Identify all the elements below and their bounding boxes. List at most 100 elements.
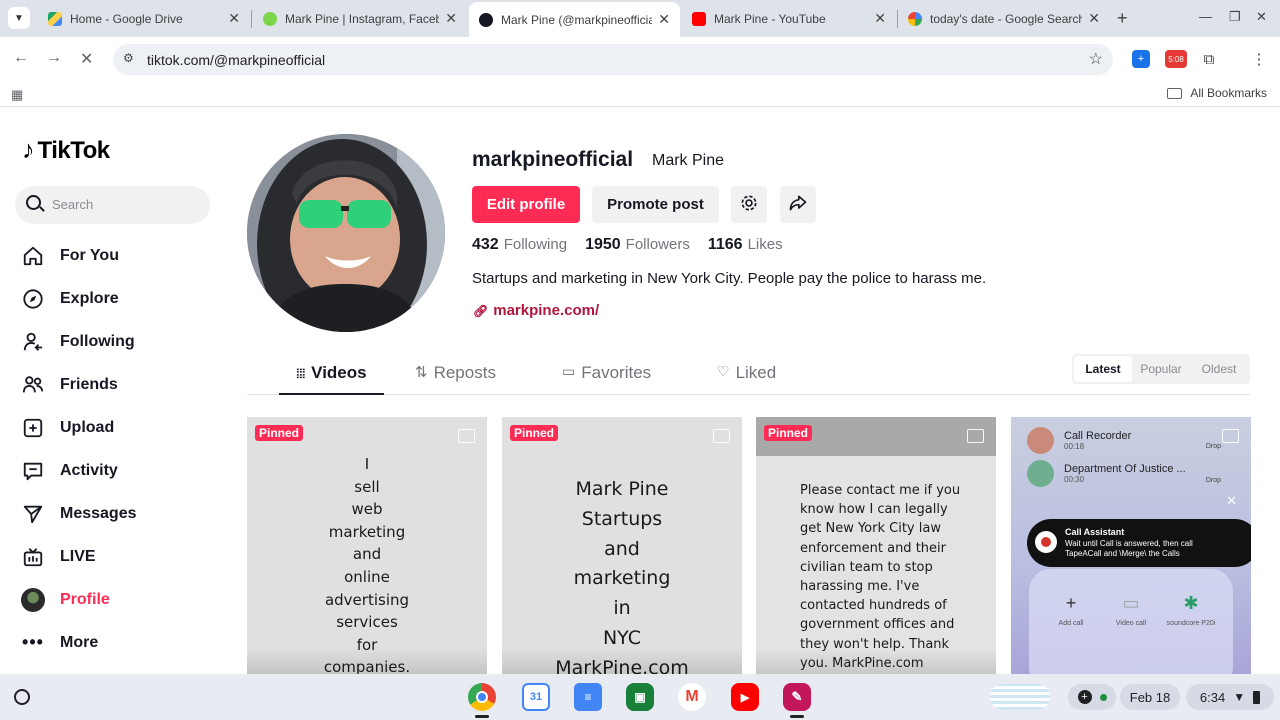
profile-bio: Startups and marketing in New York City.… <box>472 270 987 287</box>
search-input[interactable]: Search <box>15 186 210 224</box>
profile-username: markpineofficial <box>472 148 634 171</box>
pinned-badge: Pinned <box>764 425 813 441</box>
tab-title: Mark Pine (@markpineofficial <box>501 12 653 27</box>
close-tab-icon[interactable]: ✕ <box>1088 10 1100 27</box>
notifications-tray[interactable]: + <box>1068 684 1116 710</box>
wifi-icon: ▼ <box>1233 690 1246 704</box>
sidebar-item-upload[interactable]: Upload <box>20 406 220 449</box>
calendar-icon[interactable]: 31 <box>522 683 550 711</box>
tab-reposts[interactable]: ⇅ Reposts <box>415 361 496 395</box>
extension-plus-icon[interactable]: + <box>1132 50 1150 68</box>
timer-extension-icon[interactable]: 5:08 <box>1165 50 1187 68</box>
share-profile-button[interactable] <box>780 186 816 223</box>
tab-title: today's date - Google Search <box>930 11 1083 26</box>
sidebar-item-messages[interactable]: Messages <box>20 492 220 535</box>
send-icon <box>20 501 46 527</box>
status-area[interactable]: 6:34 ▼ <box>1186 684 1274 710</box>
sidebar-item-label: Explore <box>60 289 119 307</box>
video-card-text: I sell web marketing and online advertis… <box>324 455 410 674</box>
sidebar-item-friends[interactable]: Friends <box>20 363 220 406</box>
browser-tab-instagram[interactable]: Mark Pine | Instagram, Faceb ✕ <box>253 4 467 33</box>
back-arrow-icon[interactable]: ← <box>13 49 29 67</box>
assistant-text: Wait until Call is answered, then call T… <box>1065 539 1193 558</box>
sidebar-item-explore[interactable]: Explore <box>20 277 220 320</box>
sidebar-item-profile[interactable]: Profile <box>20 578 220 621</box>
sidebar-item-more[interactable]: ••• More <box>20 621 220 664</box>
extensions-puzzle-icon[interactable]: ⧉ <box>1200 50 1218 68</box>
video-card[interactable]: I sell web marketing and online advertis… <box>247 417 487 674</box>
call-time: 00:18 <box>1064 442 1085 451</box>
sidebar-item-for-you[interactable]: For You <box>20 234 220 277</box>
video-card[interactable]: Mark Pine Startups and marketing in NYC … <box>502 417 742 674</box>
video-card[interactable]: Please contact me if you know how I can … <box>756 417 996 674</box>
launcher-icon[interactable] <box>14 689 30 705</box>
profile-avatar[interactable] <box>247 134 445 332</box>
following-user-icon <box>20 329 46 355</box>
bookmark-star-icon[interactable]: ☆ <box>1089 49 1103 69</box>
browser-tab-google-search[interactable]: today's date - Google Search ✕ <box>898 4 1110 33</box>
link-chain-icon: 🔗︎ <box>473 303 489 318</box>
stop-loading-icon[interactable]: ✕ <box>80 49 93 69</box>
settings-gear-button[interactable] <box>731 186 767 223</box>
restore-icon[interactable]: ❐ <box>1229 9 1241 25</box>
close-window-icon[interactable]: ✕ <box>1256 9 1267 25</box>
site-info-icon[interactable]: ⚙ <box>123 51 134 65</box>
tab-favorites[interactable]: ▭ Favorites <box>562 361 651 395</box>
menu-kebab-icon[interactable]: ⋮ <box>1250 50 1268 68</box>
video-card-text: Mark Pine Startups and marketing in NYC … <box>555 478 689 674</box>
sidebar-item-activity[interactable]: Activity <box>20 449 220 492</box>
call-assistant-banner: Call Assistant Wait until Call is answer… <box>1027 519 1251 567</box>
browser-tab-drive[interactable]: Home - Google Drive ✕ <box>38 4 250 33</box>
video-call-control: ▭ Video call <box>1101 593 1161 627</box>
meet-classroom-icon[interactable]: ▣ <box>626 683 654 711</box>
screencast-app-icon[interactable]: ✎ <box>783 683 811 711</box>
likes-stat: 1166 Likes <box>708 236 783 254</box>
bookmarks-bar: ▦ All Bookmarks <box>0 81 1280 107</box>
close-tab-icon[interactable]: ✕ <box>658 11 670 28</box>
profile-link[interactable]: 🔗︎ markpine.com/ <box>473 302 599 319</box>
minimize-icon[interactable]: — <box>1199 9 1212 24</box>
browser-tab-youtube[interactable]: Mark Pine - YouTube ✕ <box>682 4 896 33</box>
url-text[interactable]: tiktok.com/@markpineofficial <box>147 52 325 68</box>
tiktok-logo[interactable]: ♪ TikTok <box>22 136 110 165</box>
sidebar-nav: For You Explore Following Friends Upload <box>20 234 220 664</box>
sidebar-item-following[interactable]: Following <box>20 320 220 363</box>
youtube-icon <box>692 11 706 26</box>
record-icon <box>1035 531 1057 553</box>
holding-space-tray[interactable] <box>990 684 1050 710</box>
gmail-icon[interactable]: M <box>678 683 706 711</box>
share-arrow-icon <box>788 193 808 217</box>
docs-icon[interactable]: ≡ <box>574 683 602 711</box>
youtube-app-icon[interactable]: ▶ <box>731 683 759 711</box>
browser-tab-strip: ▼ Home - Google Drive ✕ Mark Pine | Inst… <box>0 0 1280 37</box>
tab-liked[interactable]: ♡ Liked <box>717 361 776 395</box>
close-tab-icon[interactable]: ✕ <box>445 10 457 27</box>
sort-popular-button[interactable]: Popular <box>1132 356 1190 382</box>
logo-text: TikTok <box>37 136 111 164</box>
photo-post-icon <box>458 429 475 443</box>
close-tab-icon[interactable]: ✕ <box>874 10 886 27</box>
date-tray[interactable]: Feb 18 <box>1120 684 1180 710</box>
followers-stat[interactable]: 1950 Followers <box>585 236 690 254</box>
all-bookmarks-button[interactable]: All Bookmarks <box>1167 86 1267 100</box>
edit-profile-button[interactable]: Edit profile <box>472 186 580 223</box>
sort-oldest-button[interactable]: Oldest <box>1190 356 1248 382</box>
tab-search-dropdown-icon[interactable]: ▼ <box>8 7 30 29</box>
video-card[interactable]: Call Recorder 00:18 Drop Department Of Ju… <box>1011 417 1251 674</box>
sidebar-item-live[interactable]: LIVE <box>20 535 220 578</box>
date-text: Feb 18 <box>1129 689 1171 705</box>
sort-latest-button[interactable]: Latest <box>1074 356 1132 382</box>
photo-post-icon <box>1222 429 1239 443</box>
chrome-icon[interactable] <box>468 683 496 711</box>
new-tab-icon[interactable]: + <box>1117 8 1128 29</box>
sidebar-item-label: LIVE <box>60 547 96 565</box>
address-bar[interactable]: ⚙ tiktok.com/@markpineofficial ☆ <box>113 44 1113 75</box>
close-tab-icon[interactable]: ✕ <box>228 10 240 27</box>
browser-tab-tiktok[interactable]: Mark Pine (@markpineofficial ✕ <box>469 2 680 37</box>
add-circle-icon: + <box>1077 690 1092 704</box>
forward-arrow-icon[interactable]: → <box>46 49 62 67</box>
promote-post-button[interactable]: Promote post <box>592 186 719 223</box>
apps-grid-icon[interactable]: ▦ <box>11 87 23 103</box>
following-stat[interactable]: 432 Following <box>472 236 567 254</box>
tab-videos[interactable]: ⦙⦙⦙ Videos <box>279 361 384 395</box>
